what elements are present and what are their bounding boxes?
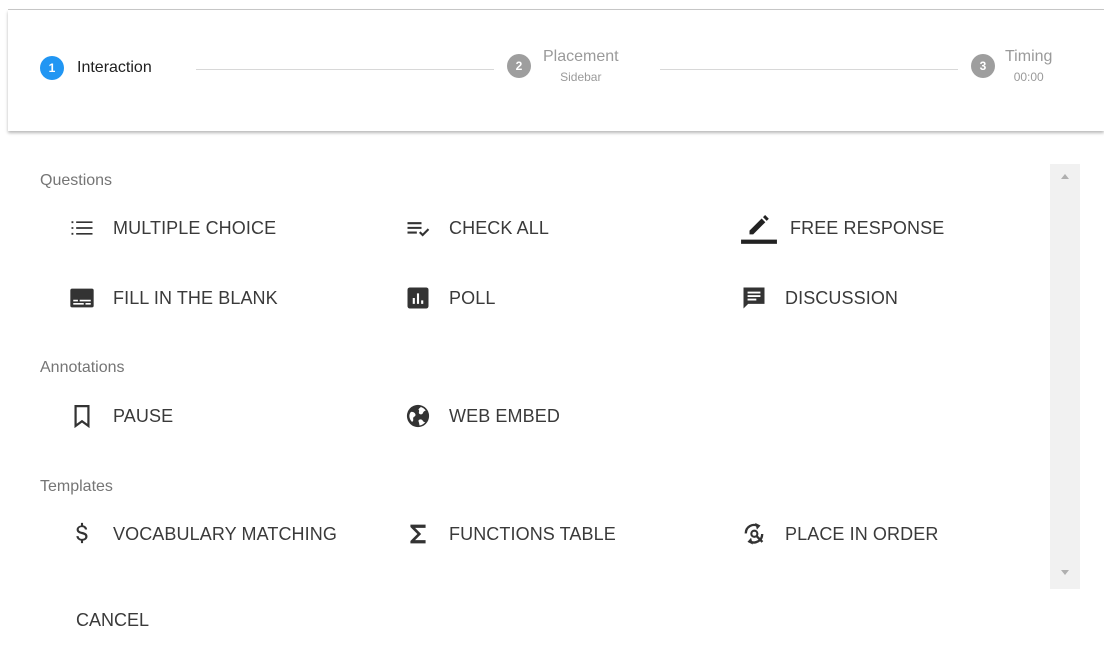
reorder-icon: [740, 520, 768, 548]
place-in-order-button[interactable]: PLACE IN ORDER: [740, 514, 938, 554]
scroll-down-arrow-icon[interactable]: [1061, 570, 1069, 575]
poll-button[interactable]: POLL: [404, 278, 495, 318]
step-1-circle: 1: [40, 56, 64, 80]
section-title-questions: Questions: [40, 172, 113, 189]
step-placement[interactable]: 2 Placement Sidebar: [507, 47, 619, 85]
vocabulary-matching-button[interactable]: VOCABULARY MATCHING: [68, 514, 337, 554]
item-label: PLACE IN ORDER: [785, 523, 939, 544]
dollar-icon: [68, 520, 96, 548]
step-interaction[interactable]: 1 Interaction: [40, 56, 152, 80]
fill-in-the-blank-button[interactable]: FILL IN THE BLANK: [68, 278, 278, 318]
chat-icon: [740, 284, 768, 312]
item-label: FUNCTIONS TABLE: [449, 523, 616, 544]
item-label: VOCABULARY MATCHING: [113, 523, 337, 544]
bar-chart-icon: [404, 284, 432, 312]
functions-table-button[interactable]: FUNCTIONS TABLE: [404, 514, 616, 554]
free-response-button[interactable]: FREE RESPONSE: [740, 208, 944, 248]
sigma-icon: [404, 520, 432, 548]
discussion-button[interactable]: DISCUSSION: [740, 278, 898, 318]
globe-icon: [404, 402, 432, 430]
list-icon: [68, 214, 96, 242]
step-2-sublabel: Sidebar: [560, 70, 602, 84]
item-label: POLL: [449, 287, 496, 308]
scroll-up-arrow-icon[interactable]: [1061, 174, 1069, 179]
item-label: PAUSE: [113, 405, 174, 426]
step-timing[interactable]: 3 Timing 00:00: [971, 47, 1052, 85]
item-label: DISCUSSION: [785, 287, 899, 308]
step-connector-2: [660, 69, 958, 70]
step-3-label: Timing: [1005, 48, 1053, 65]
stepper: 1 Interaction 2 Placement Sidebar 3 Timi…: [8, 10, 1104, 131]
interaction-list[interactable]: Questions MULTIPLE CHOICE CHECK ALL FREE…: [8, 131, 1050, 591]
step-2-circle: 2: [507, 54, 531, 78]
pause-button[interactable]: PAUSE: [68, 396, 173, 436]
check-all-button[interactable]: CHECK ALL: [404, 208, 549, 248]
step-3-sublabel: 00:00: [1013, 70, 1044, 84]
item-label: CHECK ALL: [449, 217, 549, 238]
item-label: WEB EMBED: [449, 405, 560, 426]
multiple-choice-button[interactable]: MULTIPLE CHOICE: [68, 208, 276, 248]
cancel-button[interactable]: CANCEL: [68, 606, 157, 635]
subtitles-icon: [68, 284, 96, 312]
bookmark-icon: [68, 402, 96, 430]
web-embed-button[interactable]: WEB EMBED: [404, 396, 560, 436]
vertical-scrollbar[interactable]: [1050, 164, 1080, 589]
step-1-label: Interaction: [77, 59, 152, 76]
step-3-circle: 3: [971, 54, 995, 78]
item-label: MULTIPLE CHOICE: [113, 217, 277, 238]
section-title-templates: Templates: [40, 478, 113, 495]
checklist-icon: [404, 214, 432, 242]
step-connector-1: [196, 69, 494, 70]
pencil-icon: [740, 214, 778, 244]
step-2-label: Placement: [543, 48, 619, 65]
item-label: FREE RESPONSE: [790, 217, 945, 238]
section-title-annotations: Annotations: [40, 359, 125, 376]
item-label: FILL IN THE BLANK: [113, 287, 278, 308]
